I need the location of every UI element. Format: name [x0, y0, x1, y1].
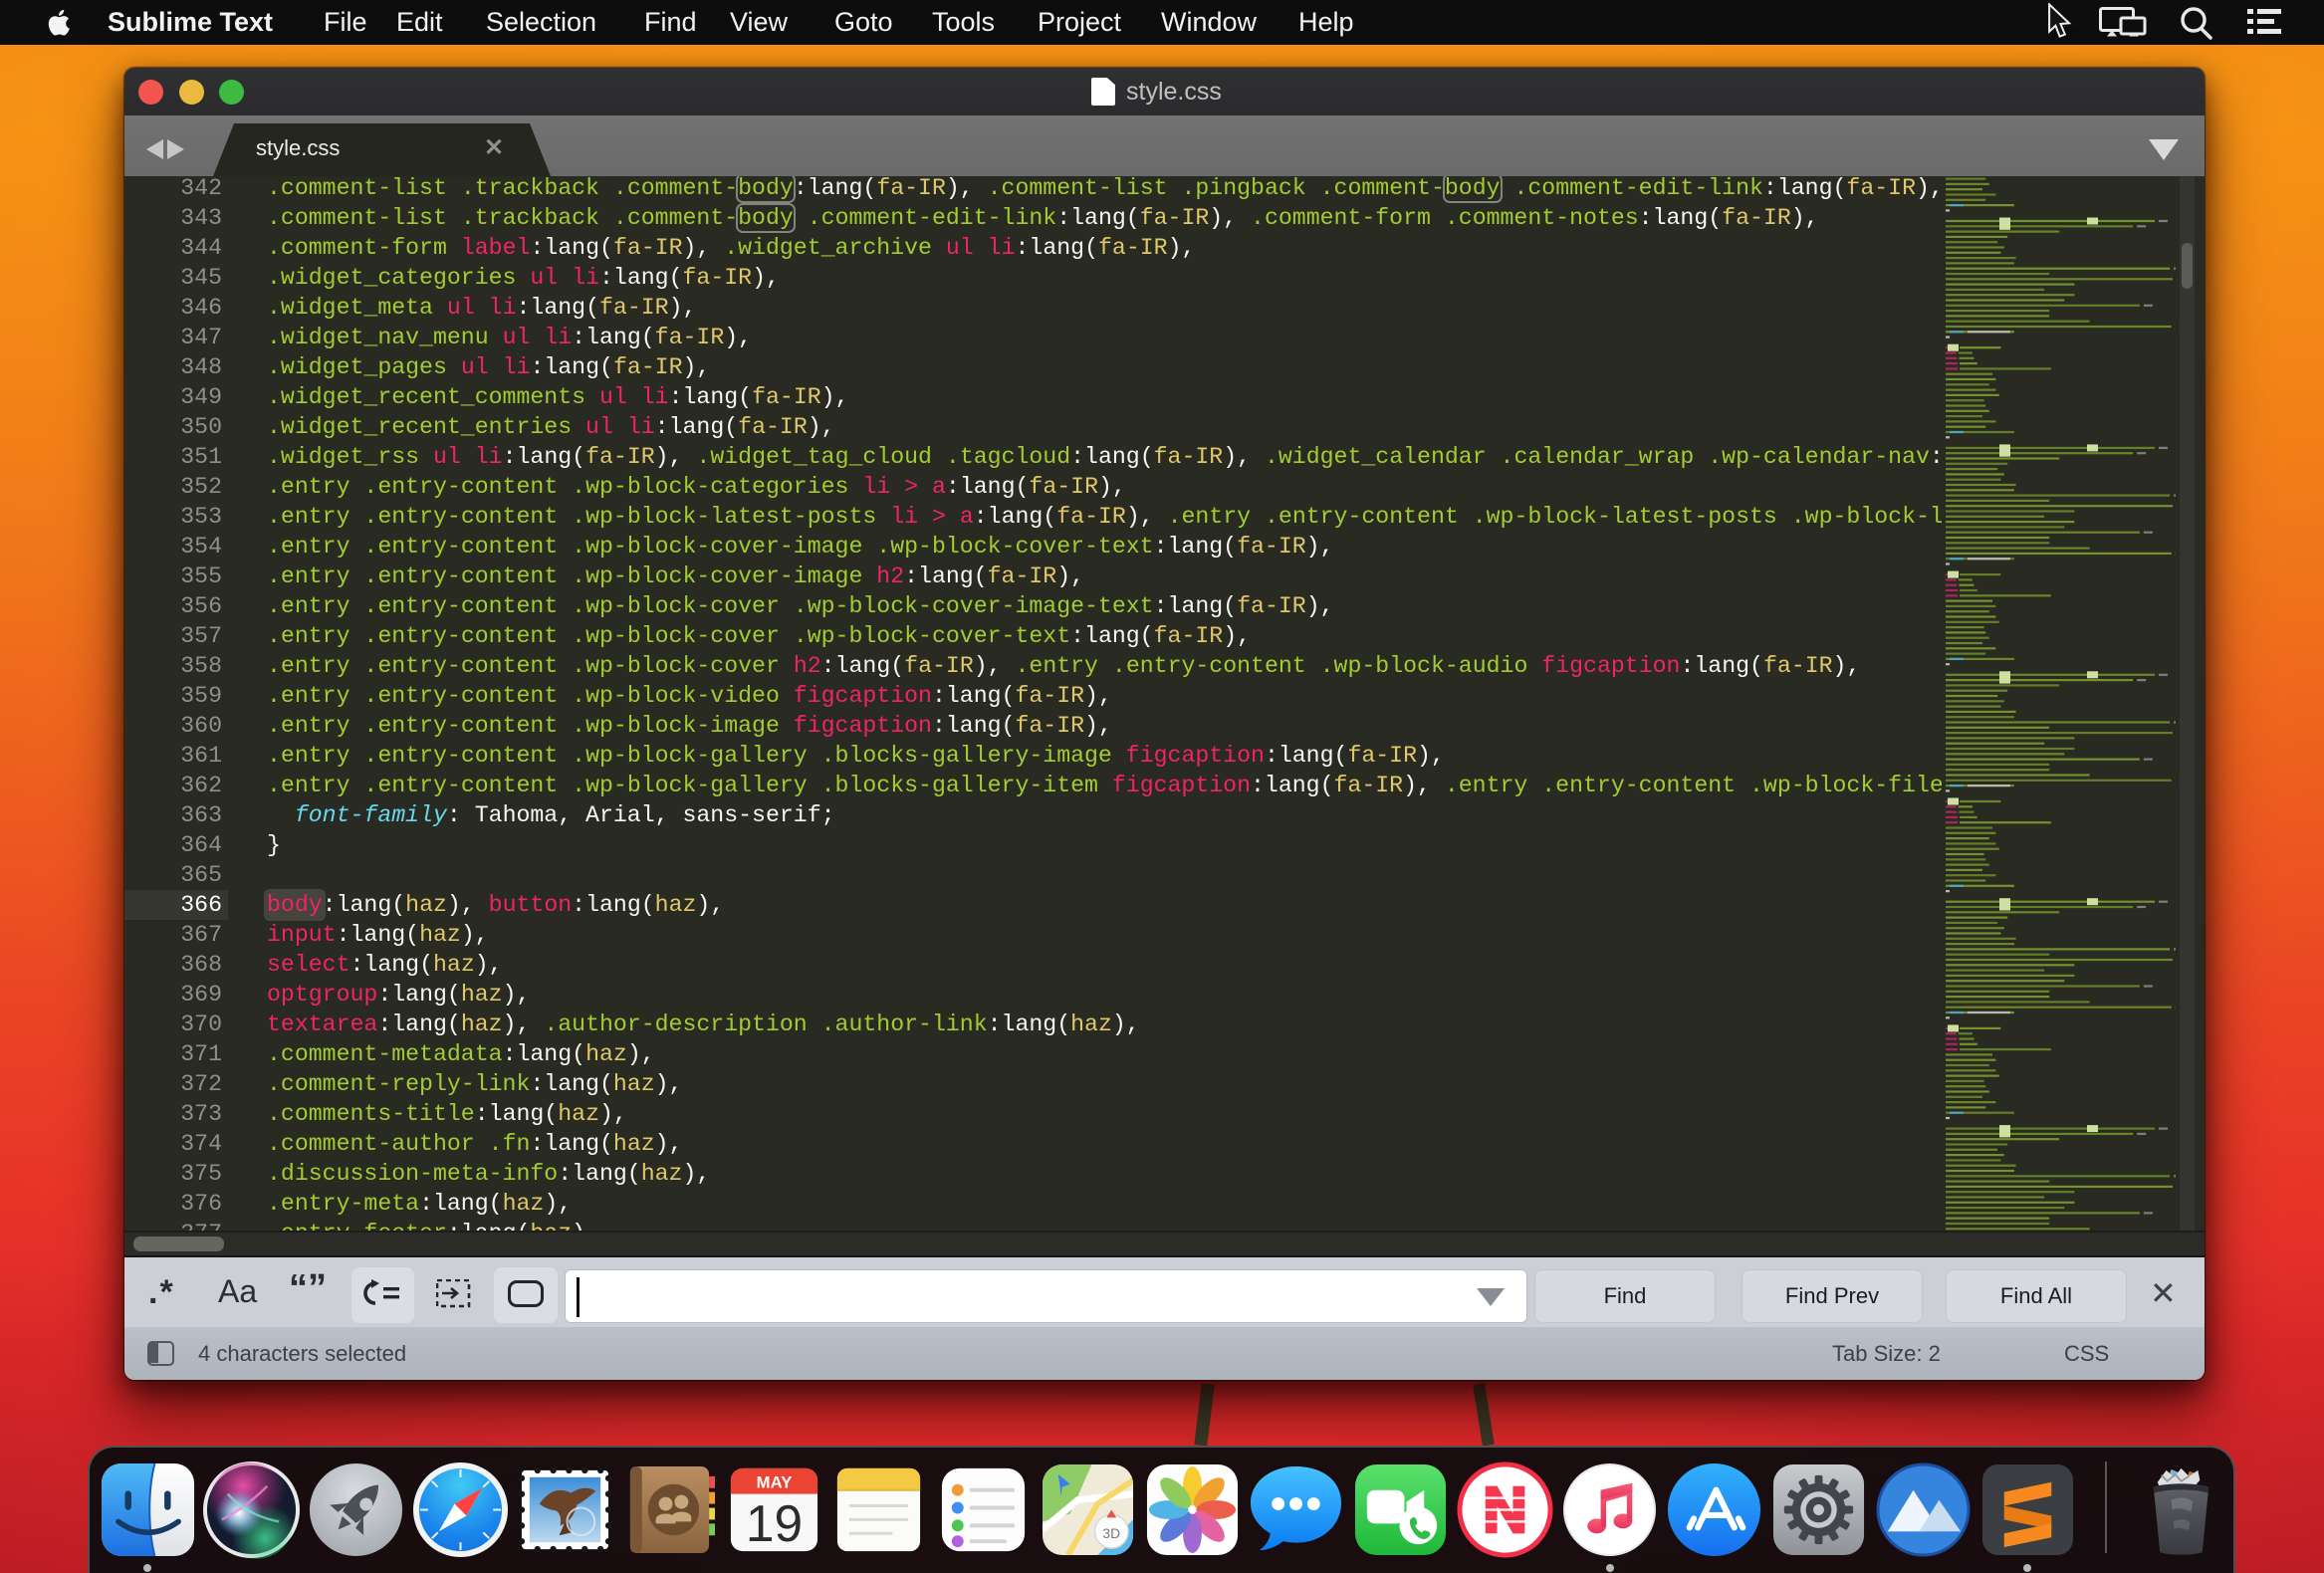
svg-text:19: 19 [746, 1494, 803, 1552]
svg-text:3D: 3D [1102, 1525, 1120, 1541]
svg-text:MAY: MAY [756, 1473, 792, 1492]
